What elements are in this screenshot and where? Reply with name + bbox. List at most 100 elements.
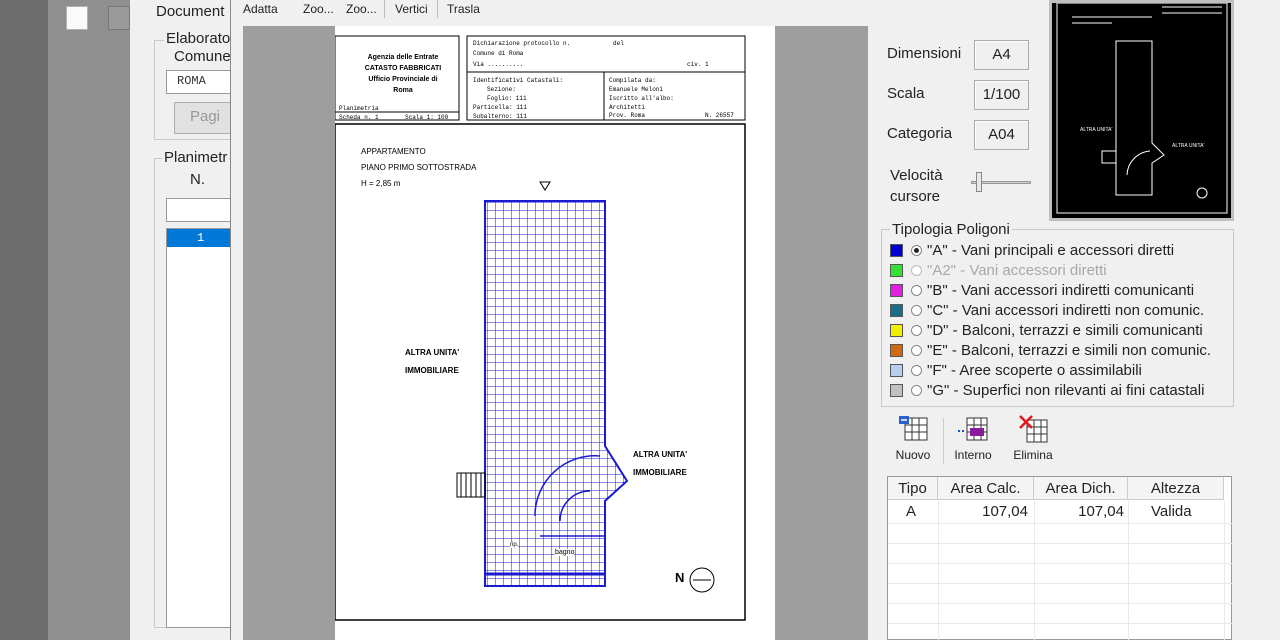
plan-title-line: PIANO PRIMO SOTTOSTRADA — [361, 163, 477, 172]
tipologia-option-d[interactable]: "D" - Balconi, terrazzi e simili comunic… — [890, 320, 1203, 340]
new-document-icon[interactable] — [66, 6, 88, 30]
other-unit-text: ALTRA UNITA' — [633, 450, 688, 459]
plan-paper: Agenzia delle Entrate CATASTO FABBRICATI… — [335, 26, 775, 640]
scala-label: Scala 1: 100 — [405, 114, 449, 121]
other-unit-text: ALTRA UNITA' — [405, 348, 460, 357]
adatta-button[interactable]: Adatta — [243, 2, 278, 16]
iscritto-label: Iscritto all'albo: — [609, 95, 674, 102]
tipologia-option-c[interactable]: "C" - Vani accessori indiretti non comun… — [890, 300, 1204, 320]
tipologia-poligoni-group: Tipologia Poligoni "A" - Vani principali… — [881, 221, 1234, 407]
tipologia-option-g[interactable]: "G" - Superfici non rilevanti ai fini ca… — [890, 380, 1204, 400]
column-header-area-dich[interactable]: Area Dich. — [1034, 477, 1128, 500]
table-cell-tipo[interactable]: A — [906, 503, 916, 523]
tipologia-option-e[interactable]: "E" - Balconi, terrazzi e simili non com… — [890, 340, 1211, 360]
swatch-f — [890, 363, 903, 377]
tipologia-option-f[interactable]: "F" - Aree scoperte o assimilabili — [890, 360, 1142, 380]
vertici-button[interactable]: Vertici — [395, 2, 428, 16]
nuovo-icon — [899, 416, 928, 441]
radio-f[interactable] — [911, 364, 922, 376]
column-header-altezza[interactable]: Altezza — [1128, 477, 1224, 500]
radio-a2[interactable] — [911, 264, 922, 276]
interno-label: Interno — [954, 448, 992, 462]
list-item[interactable]: 1 — [167, 229, 235, 247]
room-bagno-label: bagno — [555, 549, 575, 556]
tipologia-label: "F" - Aree scoperte o assimilabili — [927, 361, 1142, 379]
particella: Particella: 111 — [473, 104, 528, 111]
radio-c[interactable] — [911, 304, 922, 316]
thumb-label: ALTRA UNITA' — [1172, 143, 1205, 149]
plan-title-line: APPARTAMENTO — [361, 147, 426, 156]
zoom-out-button[interactable]: Zoo... — [346, 2, 377, 16]
tipologia-label: "A2" - Vani accessori diretti — [927, 261, 1107, 279]
zoom-in-button[interactable]: Zoo... — [303, 2, 334, 16]
plan-thumbnail[interactable]: ALTRA UNITA' ALTRA UNITA' — [1049, 0, 1234, 221]
interno-icon — [958, 417, 988, 441]
swatch-b — [890, 283, 903, 297]
table-cell-altezza[interactable]: Valida — [1151, 503, 1192, 523]
radio-b[interactable] — [911, 284, 922, 296]
scala-label: Scala — [887, 85, 925, 102]
north-label: N — [675, 570, 685, 585]
table-grid-lines — [888, 501, 1233, 640]
tipologia-label: "G" - Superfici non rilevanti ai fini ca… — [927, 381, 1205, 399]
categoria-label: Categoria — [887, 125, 953, 142]
tipologia-option-a[interactable]: "A" - Vani principali e accessori dirett… — [890, 240, 1174, 260]
subalterno: Subalterno: 111 — [473, 113, 528, 120]
table-cell-area-calc[interactable]: 107,04 — [938, 503, 1028, 523]
radio-d[interactable] — [911, 324, 922, 336]
civ-line: civ. 1 — [687, 61, 709, 68]
open-icon[interactable] — [108, 6, 130, 30]
dimensioni-field[interactable]: A4 — [974, 40, 1029, 70]
trasla-button[interactable]: Trasla — [447, 2, 480, 16]
ident-label: Identificativi Catastali: — [473, 77, 564, 84]
other-unit-text: IMMOBILIARE — [405, 366, 459, 375]
other-unit-left: ALTRA UNITA' IMMOBILIARE — [405, 344, 459, 380]
toolbar-separator — [384, 0, 385, 18]
tipologia-label: "E" - Balconi, terrazzi e simili non com… — [927, 341, 1212, 359]
velocita-slider-thumb[interactable] — [976, 172, 982, 192]
other-unit-text: IMMOBILIARE — [633, 468, 687, 477]
via-line: Via .......... — [473, 61, 524, 68]
planimetrie-list[interactable]: 1 — [166, 228, 236, 628]
radio-g[interactable] — [911, 384, 922, 396]
elimina-button[interactable]: Elimina — [1005, 414, 1061, 466]
planimetrie-label: Planimetr — [162, 149, 230, 166]
radio-a[interactable] — [911, 244, 922, 256]
office-line: CATASTO FABBRICATI — [364, 65, 442, 72]
planimetria-dialog: Adatta Zoo... Zoo... Vertici Trasla Agen… — [230, 0, 1280, 640]
prov: Prov. Roma — [609, 112, 646, 119]
plan-preview[interactable]: Agenzia delle Entrate CATASTO FABBRICATI… — [243, 26, 868, 640]
nuovo-button[interactable]: Nuovo — [885, 414, 941, 466]
tipologia-label: "B" - Vani accessori indiretti comunican… — [927, 281, 1195, 299]
interno-button[interactable]: Interno — [945, 414, 1001, 466]
swatch-d — [890, 323, 903, 337]
tipologia-label: "A" - Vani principali e accessori dirett… — [927, 241, 1175, 259]
compilata-label: Compilata da: — [609, 77, 656, 84]
document-menu[interactable]: Document — [156, 3, 224, 20]
tipologia-label: "C" - Vani accessori indiretti non comun… — [927, 301, 1205, 319]
radio-e[interactable] — [911, 344, 922, 356]
toolbar-separator — [437, 0, 438, 18]
comune-field[interactable]: ROMA — [166, 70, 236, 94]
tipologia-option-b[interactable]: "B" - Vani accessori indiretti comunican… — [890, 280, 1194, 300]
office-line: Ufficio Provinciale di — [368, 76, 438, 83]
filter-field[interactable] — [166, 198, 236, 222]
page-button[interactable]: Pagi — [174, 102, 236, 134]
nuovo-label: Nuovo — [895, 448, 931, 462]
areas-table[interactable]: Tipo Area Calc. Area Dich. Altezza A 107… — [887, 476, 1233, 640]
swatch-a — [890, 243, 903, 257]
tool-separator — [943, 418, 944, 464]
column-header-area-calc[interactable]: Area Calc. — [938, 477, 1034, 500]
table-cell-area-dich[interactable]: 107,04 — [1034, 503, 1124, 523]
declaration-date: del — [613, 40, 624, 47]
velocita-label-line: Velocità — [890, 167, 943, 184]
comune-line: Comune di Roma — [473, 50, 524, 57]
plan-title: APPARTAMENTO PIANO PRIMO SOTTOSTRADA H =… — [361, 144, 476, 192]
declaration-label: Dichiarazione protocollo n. — [473, 40, 571, 47]
tipologia-option-a2[interactable]: "A2" - Vani accessori diretti — [890, 260, 1107, 280]
scala-field[interactable]: 1/100 — [974, 80, 1029, 110]
scheda-label: Scheda n. 1 — [339, 114, 379, 121]
categoria-field[interactable]: A04 — [974, 120, 1029, 150]
column-header-tipo[interactable]: Tipo — [888, 477, 938, 500]
sezione: Sezione: — [487, 86, 516, 93]
